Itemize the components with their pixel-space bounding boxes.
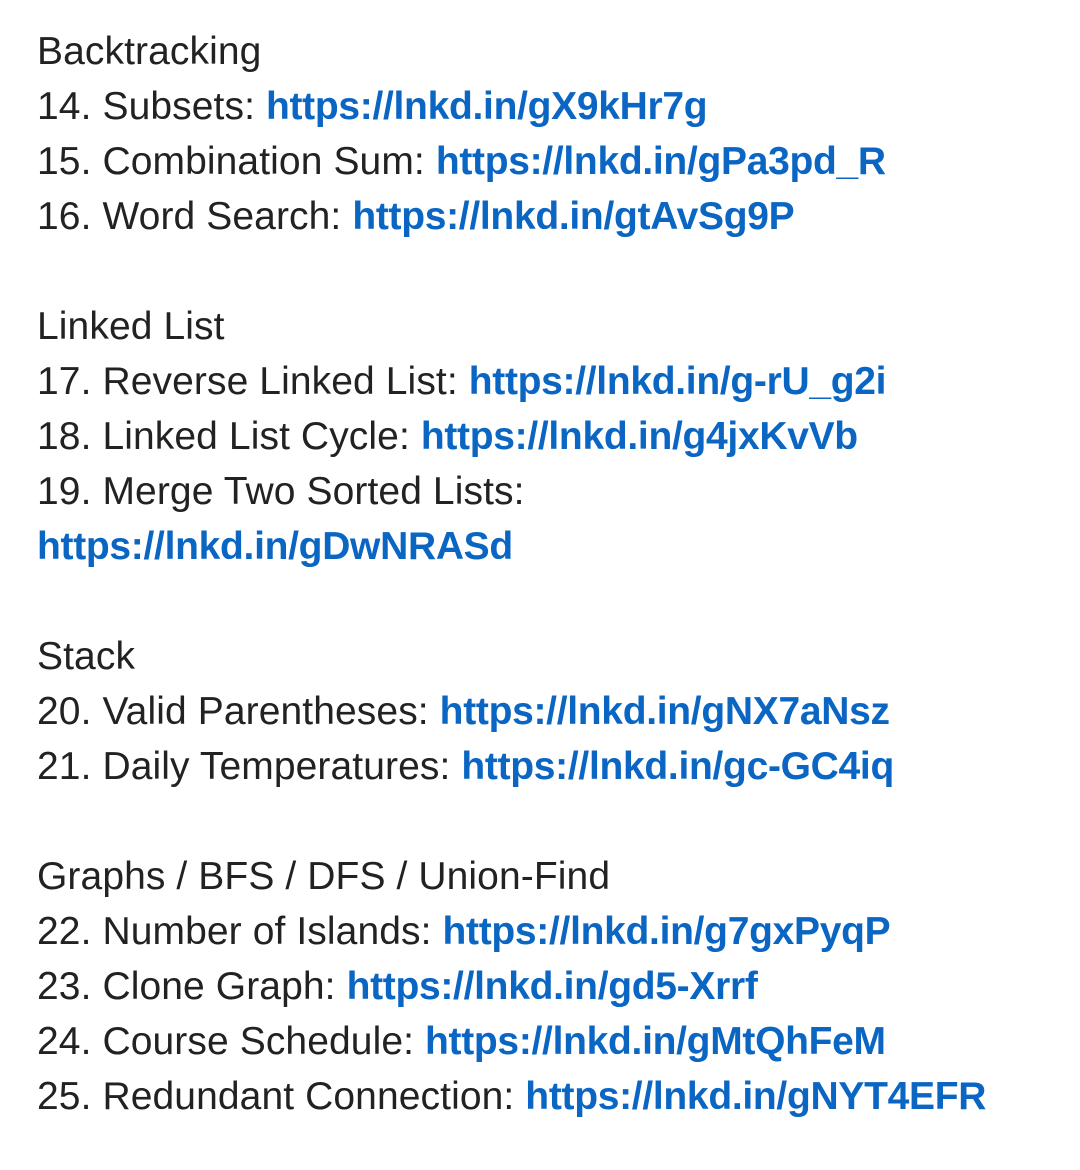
section-heading-linked-list: Linked List xyxy=(37,305,225,348)
list-item: 15. Combination Sum: https://lnkd.in/gPa… xyxy=(37,134,1080,189)
item-label: 20. Valid Parentheses: xyxy=(37,690,429,733)
item-label: 16. Word Search: xyxy=(37,195,342,238)
item-link[interactable]: https://lnkd.in/gDwNRASd xyxy=(37,525,513,568)
list-item-label-line: 19. Merge Two Sorted Lists: xyxy=(37,464,1080,519)
item-label: 19. Merge Two Sorted Lists: xyxy=(37,470,525,513)
item-link[interactable]: https://lnkd.in/gtAvSg9P xyxy=(352,195,794,238)
item-link[interactable]: https://lnkd.in/gMtQhFeM xyxy=(425,1020,886,1063)
list-item: 21. Daily Temperatures: https://lnkd.in/… xyxy=(37,739,1080,794)
list-item: 18. Linked List Cycle: https://lnkd.in/g… xyxy=(37,409,1080,464)
item-link[interactable]: https://lnkd.in/gd5-Xrrf xyxy=(347,965,758,1008)
list-item: 20. Valid Parentheses: https://lnkd.in/g… xyxy=(37,684,1080,739)
section-heading-graphs: Graphs / BFS / DFS / Union-Find xyxy=(37,855,611,898)
list-item-link-line: https://lnkd.in/gDwNRASd xyxy=(37,519,1080,574)
section-heading-stack: Stack xyxy=(37,635,136,678)
list-item: 22. Number of Islands: https://lnkd.in/g… xyxy=(37,904,1080,959)
item-label: 25. Redundant Connection: xyxy=(37,1075,515,1118)
item-label: 23. Clone Graph: xyxy=(37,965,336,1008)
item-label: 14. Subsets: xyxy=(37,85,256,128)
list-item: 25. Redundant Connection: https://lnkd.i… xyxy=(37,1069,1080,1124)
list-item: 24. Course Schedule: https://lnkd.in/gMt… xyxy=(37,1014,1080,1069)
post-content: Backtracking 14. Subsets: https://lnkd.i… xyxy=(37,24,1080,1124)
item-link[interactable]: https://lnkd.in/gc-GC4iq xyxy=(461,745,894,788)
item-label: 24. Course Schedule: xyxy=(37,1020,415,1063)
item-link[interactable]: https://lnkd.in/gNX7aNsz xyxy=(440,690,890,733)
item-link[interactable]: https://lnkd.in/gNYT4EFR xyxy=(525,1075,986,1118)
item-label: 17. Reverse Linked List: xyxy=(37,360,458,403)
list-item: 14. Subsets: https://lnkd.in/gX9kHr7g xyxy=(37,79,1080,134)
list-item: 23. Clone Graph: https://lnkd.in/gd5-Xrr… xyxy=(37,959,1080,1014)
list-item: 16. Word Search: https://lnkd.in/gtAvSg9… xyxy=(37,189,1080,244)
section-heading-backtracking: Backtracking xyxy=(37,30,262,73)
item-link[interactable]: https://lnkd.in/gPa3pd_R xyxy=(436,140,886,183)
item-label: 22. Number of Islands: xyxy=(37,910,432,953)
item-link[interactable]: https://lnkd.in/g-rU_g2i xyxy=(469,360,887,403)
item-label: 21. Daily Temperatures: xyxy=(37,745,451,788)
list-item: 17. Reverse Linked List: https://lnkd.in… xyxy=(37,354,1080,409)
item-label: 18. Linked List Cycle: xyxy=(37,415,410,458)
item-link[interactable]: https://lnkd.in/g4jxKvVb xyxy=(421,415,858,458)
item-link[interactable]: https://lnkd.in/g7gxPyqP xyxy=(443,910,891,953)
item-link[interactable]: https://lnkd.in/gX9kHr7g xyxy=(266,85,708,128)
item-label: 15. Combination Sum: xyxy=(37,140,425,183)
